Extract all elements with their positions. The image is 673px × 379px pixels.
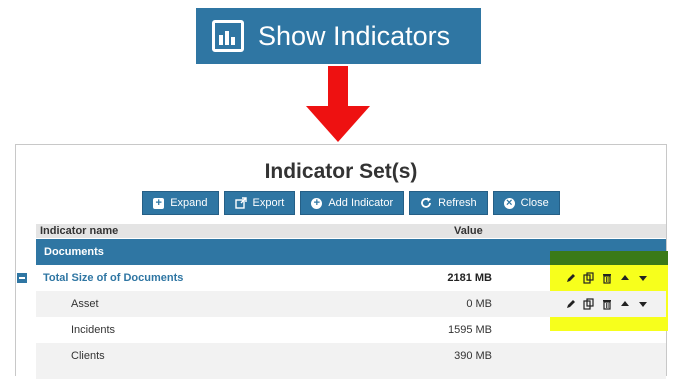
export-button[interactable]: Export [223,191,296,215]
move-down-icon[interactable] [637,298,649,310]
row-actions [565,272,649,284]
column-header-value: Value [454,225,483,237]
table-row [36,369,666,379]
row-name: Incidents [71,324,116,336]
refresh-icon [421,197,432,208]
edit-icon[interactable] [565,298,577,310]
close-button[interactable]: × Close [492,191,560,215]
edit-icon[interactable] [565,272,577,284]
refresh-button[interactable]: Refresh [409,191,488,215]
show-indicators-button[interactable]: Show Indicators [196,8,481,64]
panel-title: Indicator Set(s) [264,160,418,183]
table-row[interactable]: Clients 390 MB [36,343,666,369]
add-indicator-label: Add Indicator [328,197,394,209]
down-arrow-icon [306,66,370,142]
row-value: 1595 MB [447,324,492,336]
row-value: 2181 MB [447,272,492,284]
row-name: Asset [71,298,99,310]
refresh-label: Refresh [438,197,477,209]
column-header-name: Indicator name [40,225,119,237]
move-up-icon[interactable] [619,272,631,284]
row-name: Total Size of of Documents [43,272,184,284]
delete-icon[interactable] [601,272,613,284]
export-label: Export [252,197,285,209]
close-label: Close [520,197,549,209]
actions-highlight-top [550,251,668,265]
table-row[interactable]: Incidents 1595 MB [36,317,666,343]
row-value: 390 MB [454,350,492,362]
group-label: Documents [44,246,104,258]
indicator-set-panel: Indicator Set(s) + Expand Export + Add I… [15,144,668,379]
move-up-icon[interactable] [619,298,631,310]
panel-toolbar: + Expand Export + Add Indicator Refresh … [16,191,666,215]
external-link-icon [234,197,247,209]
copy-icon[interactable] [583,272,595,284]
expand-label: Expand [170,197,208,209]
close-circle-icon: × [503,197,515,209]
collapse-icon[interactable] [17,273,27,283]
row-value: 0 MB [466,298,492,310]
move-down-icon[interactable] [637,272,649,284]
table-header: Indicator name Value [36,224,666,238]
row-actions [565,298,649,310]
show-indicators-label: Show Indicators [258,20,451,51]
add-indicator-button[interactable]: + Add Indicator [300,191,405,215]
copy-icon[interactable] [583,298,595,310]
expand-button[interactable]: + Expand [142,191,219,215]
plus-circle-icon: + [311,197,323,209]
delete-icon[interactable] [601,298,613,310]
plus-square-icon: + [153,197,165,209]
bar-chart-icon [212,20,244,52]
row-name: Clients [71,350,105,362]
